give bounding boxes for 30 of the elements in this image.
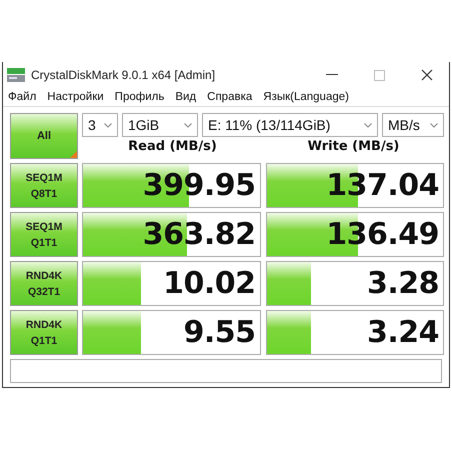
- dropdown[interactable]: MB/s: [382, 113, 444, 137]
- menu-item[interactable]: Файл: [8, 91, 36, 103]
- result-value: 10.02: [163, 266, 256, 301]
- chevron-icon: [104, 122, 112, 128]
- chevron-icon: [430, 122, 438, 128]
- chevron-icon: [184, 122, 192, 128]
- menu-item[interactable]: Справка: [207, 91, 252, 103]
- column-header: Write (MB/s): [306, 139, 400, 156]
- comment-field[interactable]: [10, 359, 442, 383]
- result-value: 3.28: [366, 266, 439, 301]
- all-button[interactable]: All: [10, 113, 78, 159]
- menu-item[interactable]: Вид: [175, 91, 196, 103]
- menu-item[interactable]: Профиль: [114, 91, 164, 103]
- dropdown[interactable]: 1GiB: [122, 113, 198, 137]
- window-title: CrystalDiskMark 9.0.1 x64 [Admin]: [31, 68, 216, 82]
- test-button[interactable]: SEQ1M Q1T1: [10, 212, 78, 257]
- dropdown[interactable]: 3: [82, 113, 118, 137]
- close-icon[interactable]: [421, 69, 433, 81]
- menu-item[interactable]: Настройки: [47, 91, 104, 103]
- dropdown[interactable]: E: 11% (13/114GiB): [202, 113, 378, 137]
- result-value: 9.55: [183, 315, 256, 350]
- result-value: 3.24: [366, 315, 439, 350]
- column-header: Read (MB/s): [127, 139, 218, 156]
- minimize-icon[interactable]: [326, 74, 338, 76]
- test-button[interactable]: RND4K Q1T1: [10, 310, 78, 355]
- chevron-icon: [364, 122, 372, 128]
- test-button[interactable]: SEQ1M Q8T1: [10, 163, 78, 208]
- test-button[interactable]: RND4K Q32T1: [10, 261, 78, 306]
- menu-item[interactable]: Язык(Language): [263, 91, 349, 103]
- disk-icon: [7, 68, 25, 82]
